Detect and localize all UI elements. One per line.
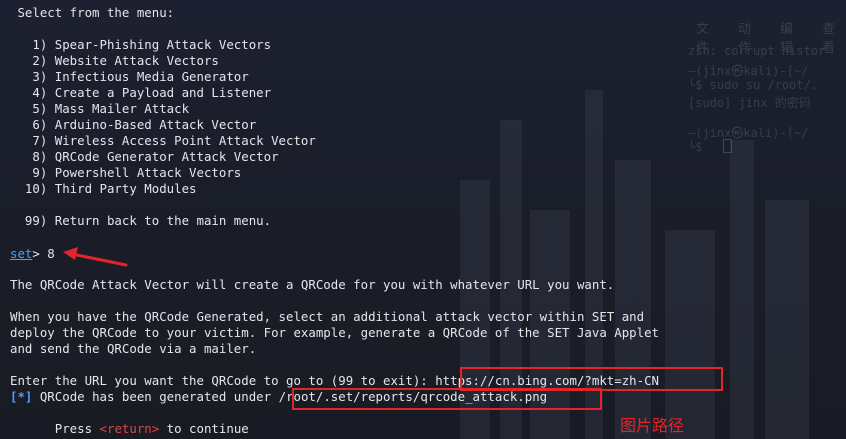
info-line: deploy the QRCode to your victim. For ex… — [10, 325, 660, 340]
command-prompt-line[interactable]: set> 8 — [10, 246, 55, 262]
menu-item-mass-mailer: 5) Mass Mailer Attack — [10, 101, 190, 116]
path-highlight-box — [292, 388, 602, 410]
url-prompt-label: Enter the URL you want the QRCode to go … — [10, 373, 436, 388]
background-line: —(jinx㉿kali)-[~/ — [688, 64, 809, 78]
menu-item-powershell: 9) Powershell Attack Vectors — [10, 165, 242, 180]
return-key-hint: <return> — [99, 421, 160, 436]
background-menu-view: 查看 — [822, 22, 836, 56]
menu-item-wireless-ap: 7) Wireless Access Point Attack Vector — [10, 133, 316, 148]
menu-item-arduino: 6) Arduino-Based Attack Vector — [10, 117, 257, 132]
menu-item-return: 99) Return back to the main menu. — [10, 213, 272, 228]
background-line: └$ — [688, 140, 710, 154]
background-line: zsh: corrupt histor — [688, 44, 826, 58]
red-arrow-annotation — [63, 247, 128, 267]
continue-prefix: Press — [10, 421, 100, 436]
menu-prompt: Select from the menu: — [10, 5, 175, 20]
background-cursor — [723, 139, 732, 153]
continue-prompt-line[interactable]: Press <return> to continue — [10, 421, 249, 437]
status-marker: [*] — [10, 389, 33, 404]
menu-item-payload-listener: 4) Create a Payload and Listener — [10, 85, 272, 100]
info-line: and send the QRCode via a mailer. — [10, 341, 257, 356]
menu-item-spear-phishing: 1) Spear-Phishing Attack Vectors — [10, 37, 272, 52]
prompt-input[interactable]: > 8 — [32, 246, 54, 261]
menu-item-third-party: 10) Third Party Modules — [10, 181, 197, 196]
info-line: When you have the QRCode Generated, sele… — [10, 309, 645, 324]
description-text: The QRCode Attack Vector will create a Q… — [10, 277, 615, 292]
background-line: —(jinx㉿kali)-[~/ — [688, 126, 809, 140]
prompt-label: set — [10, 246, 33, 261]
image-path-annotation-label: 图片路径 — [620, 416, 685, 435]
status-text: QRCode has been generated under — [32, 389, 279, 404]
terminal-window[interactable]: 文件 动作 编辑 查看 zsh: corrupt histor —(jinx㉿k… — [0, 0, 846, 439]
background-line: └$ sudo su /root/. — [688, 78, 819, 92]
menu-item-website-attack: 2) Website Attack Vectors — [10, 53, 219, 68]
menu-item-qrcode: 8) QRCode Generator Attack Vector — [10, 149, 279, 164]
continue-suffix: to continue — [159, 421, 249, 436]
menu-item-infectious-media: 3) Infectious Media Generator — [10, 69, 249, 84]
background-line: [sudo] jinx 的密码 — [688, 96, 811, 110]
